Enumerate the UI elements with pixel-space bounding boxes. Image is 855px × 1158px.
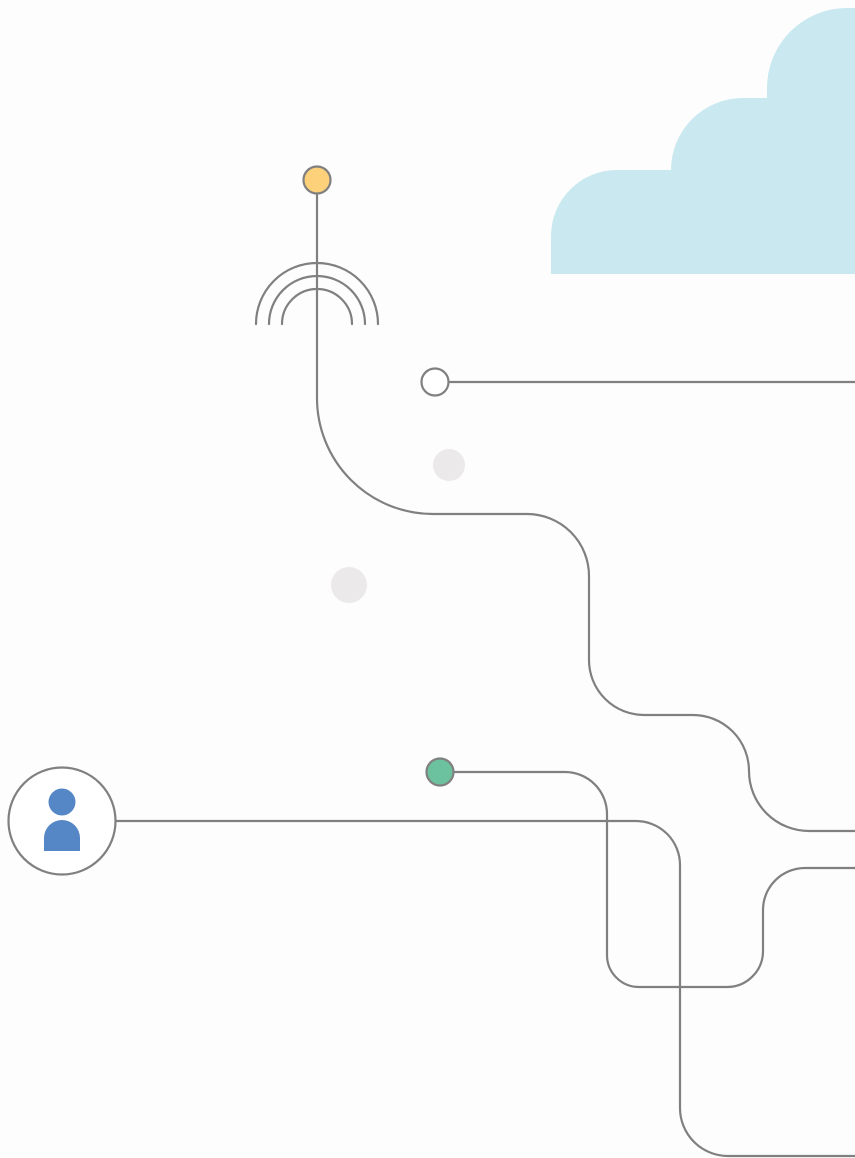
- user-wire: [114, 819, 855, 1158]
- green-node-wire: [452, 770, 855, 989]
- network-diagram: [7, 8, 855, 1158]
- tower-wire: [315, 192, 855, 833]
- faint-dot-lower: [331, 567, 367, 603]
- faint-dot-upper: [433, 449, 465, 481]
- tower-node: [302, 165, 332, 195]
- cloud-icon: [551, 8, 855, 274]
- green-node: [425, 757, 455, 787]
- outline-node: [420, 367, 450, 397]
- user-avatar: [7, 766, 117, 876]
